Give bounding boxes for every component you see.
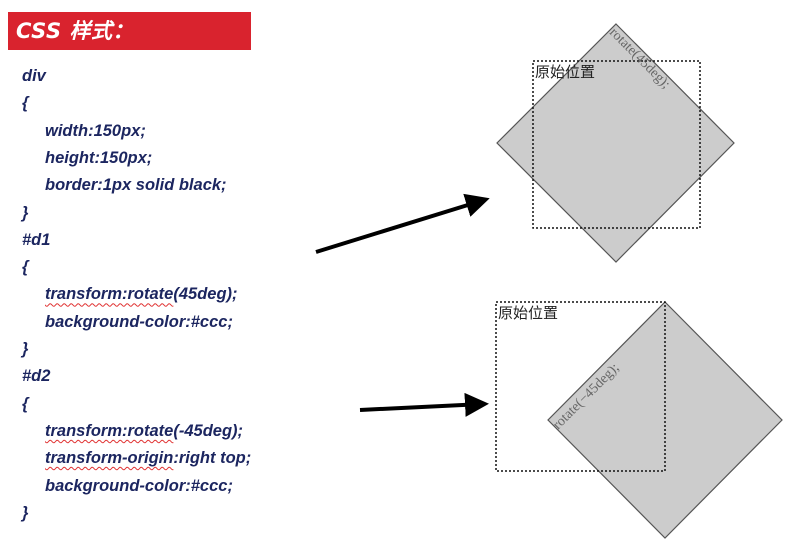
diagram-rotate-45: 原始位置 rotate(45deg); [496,23,735,263]
original-position-label-1: 原始位置 [535,64,595,81]
original-position-label-2: 原始位置 [498,305,558,322]
transform-diagrams: 原始位置 rotate(45deg); 原始位置 rotate(−45deg); [315,23,783,539]
arrow-to-diagram-2 [359,392,489,417]
diagram-rotate-neg45: 原始位置 rotate(−45deg); [495,301,783,539]
arrow-to-diagram-1 [315,193,490,254]
